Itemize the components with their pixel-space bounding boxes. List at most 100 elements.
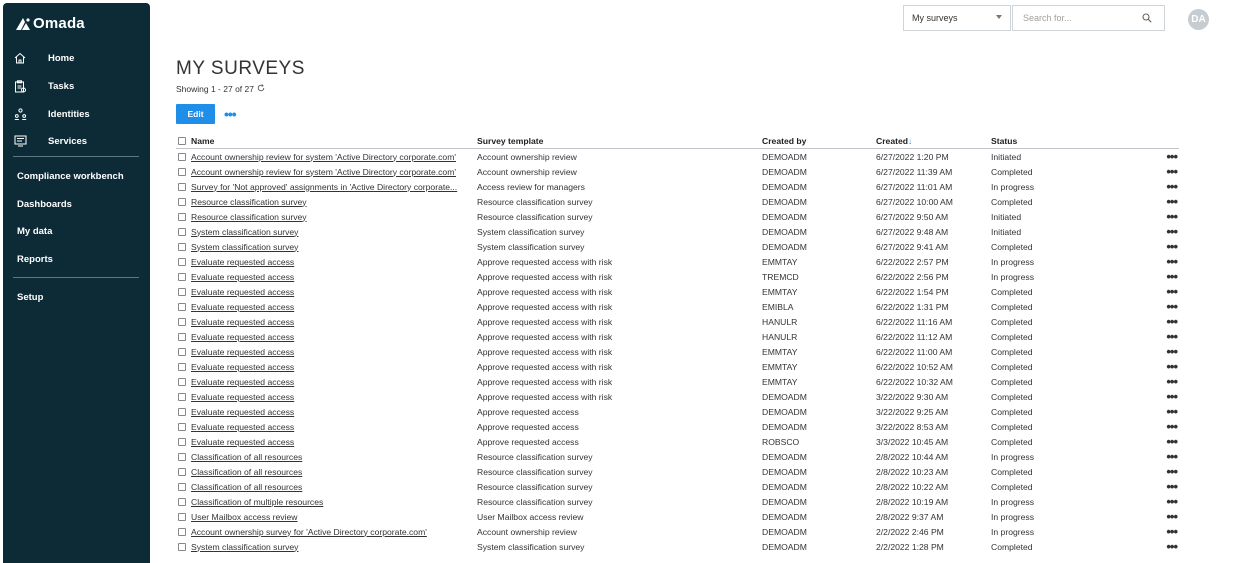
table-row[interactable]: Survey for 'Not approved' assignments in… [176,179,1179,194]
table-row[interactable]: User Mailbox access review User Mailbox a… [176,509,1179,524]
row-actions-icon[interactable]: ••• [1091,164,1179,179]
survey-link[interactable]: Evaluate requested access [191,257,294,267]
table-row[interactable]: Evaluate requested access Approve request… [176,404,1179,419]
table-row[interactable]: System classification survey System class… [176,239,1179,254]
row-actions-icon[interactable]: ••• [1091,374,1179,389]
table-row[interactable]: Resource classification survey Resource c… [176,194,1179,209]
survey-link[interactable]: Classification of multiple resources [191,497,323,507]
search-icon[interactable] [1142,13,1152,25]
row-actions-icon[interactable]: ••• [1091,494,1179,509]
row-actions-icon[interactable]: ••• [1091,329,1179,344]
table-row[interactable]: Account ownership survey for 'Active Dir… [176,524,1179,539]
survey-link[interactable]: Classification of all resources [191,467,302,477]
row-checkbox[interactable] [178,318,186,327]
survey-link[interactable]: Resource classification survey [191,212,307,222]
table-row[interactable]: Classification of multiple resources Reso… [176,494,1179,509]
table-row[interactable]: Evaluate requested access Approve request… [176,434,1179,449]
row-actions-icon[interactable]: ••• [1091,299,1179,314]
row-checkbox[interactable] [178,348,186,357]
table-row[interactable]: Account ownership review for system 'Act… [176,164,1179,179]
row-actions-icon[interactable]: ••• [1091,254,1179,269]
survey-link[interactable]: User Mailbox access review [191,512,298,522]
survey-link[interactable]: System classification survey [191,542,298,552]
survey-link[interactable]: Account ownership survey for 'Active Dir… [191,527,427,537]
row-checkbox[interactable] [178,228,186,237]
survey-link[interactable]: Resource classification survey [191,197,307,207]
survey-link[interactable]: Account ownership review for system 'Act… [191,167,456,177]
table-row[interactable]: Resource classification survey Resource c… [176,209,1179,224]
nav-services[interactable]: Services [13,134,87,148]
survey-link[interactable]: Evaluate requested access [191,347,294,357]
table-row[interactable]: Classification of all resources Resource … [176,449,1179,464]
row-checkbox[interactable] [178,423,186,432]
table-row[interactable]: Evaluate requested access Approve request… [176,374,1179,389]
nav-tasks[interactable]: Tasks [13,79,74,93]
table-row[interactable]: System classification survey System class… [176,539,1179,554]
search-input[interactable] [1021,12,1140,24]
row-checkbox[interactable] [178,513,186,522]
column-header-name[interactable]: Name [176,133,477,149]
table-row[interactable]: Classification of all resources Resource … [176,464,1179,479]
nav-dashboards[interactable]: Dashboards [17,199,72,210]
row-checkbox[interactable] [178,438,186,447]
row-checkbox[interactable] [178,243,186,252]
scope-select[interactable]: My surveys [903,5,1011,31]
nav-home[interactable]: Home [13,51,74,65]
row-actions-icon[interactable]: ••• [1091,539,1179,554]
search-box[interactable] [1012,5,1165,31]
row-checkbox[interactable] [178,483,186,492]
row-checkbox[interactable] [178,528,186,537]
row-checkbox[interactable] [178,363,186,372]
survey-link[interactable]: Evaluate requested access [191,302,294,312]
row-checkbox[interactable] [178,498,186,507]
row-checkbox[interactable] [178,393,186,402]
table-row[interactable]: System classification survey System class… [176,224,1179,239]
survey-link[interactable]: Evaluate requested access [191,332,294,342]
survey-link[interactable]: System classification survey [191,227,298,237]
survey-link[interactable]: Evaluate requested access [191,377,294,387]
survey-link[interactable]: Evaluate requested access [191,317,294,327]
table-row[interactable]: Evaluate requested access Approve request… [176,329,1179,344]
survey-link[interactable]: Evaluate requested access [191,437,294,447]
row-actions-icon[interactable]: ••• [1091,464,1179,479]
survey-link[interactable]: Classification of all resources [191,482,302,492]
row-checkbox[interactable] [178,333,186,342]
table-row[interactable]: Evaluate requested access Approve request… [176,269,1179,284]
row-checkbox[interactable] [178,543,186,552]
row-actions-icon[interactable]: ••• [1091,389,1179,404]
row-actions-icon[interactable]: ••• [1091,179,1179,194]
row-checkbox[interactable] [178,408,186,417]
row-actions-icon[interactable]: ••• [1091,479,1179,494]
row-checkbox[interactable] [178,198,186,207]
table-row[interactable]: Evaluate requested access Approve request… [176,419,1179,434]
row-actions-icon[interactable]: ••• [1091,269,1179,284]
row-actions-icon[interactable]: ••• [1091,224,1179,239]
nav-compliance-workbench[interactable]: Compliance workbench [17,171,124,182]
nav-reports[interactable]: Reports [17,254,53,265]
row-actions-icon[interactable]: ••• [1091,344,1179,359]
row-actions-icon[interactable]: ••• [1091,449,1179,464]
table-row[interactable]: Evaluate requested access Approve request… [176,314,1179,329]
edit-button[interactable]: Edit [176,104,215,124]
column-header-created-by[interactable]: Created by [762,133,876,149]
row-checkbox[interactable] [178,303,186,312]
row-actions-icon[interactable]: ••• [1091,419,1179,434]
omada-logo[interactable]: Omada [15,15,85,32]
row-actions-icon[interactable]: ••• [1091,239,1179,254]
table-row[interactable]: Classification of all resources Resource … [176,479,1179,494]
column-header-survey-template[interactable]: Survey template [477,133,762,149]
row-checkbox[interactable] [178,153,186,162]
row-actions-icon[interactable]: ••• [1091,284,1179,299]
table-row[interactable]: Evaluate requested access Approve request… [176,254,1179,269]
row-actions-icon[interactable]: ••• [1091,149,1179,165]
row-actions-icon[interactable]: ••• [1091,194,1179,209]
row-actions-icon[interactable]: ••• [1091,314,1179,329]
row-actions-icon[interactable]: ••• [1091,209,1179,224]
row-checkbox[interactable] [178,273,186,282]
column-header-created[interactable]: Created↓ [876,133,991,149]
row-checkbox[interactable] [178,453,186,462]
table-row[interactable]: Evaluate requested access Approve request… [176,389,1179,404]
row-checkbox[interactable] [178,468,186,477]
survey-link[interactable]: Evaluate requested access [191,422,294,432]
table-row[interactable]: Evaluate requested access Approve request… [176,284,1179,299]
